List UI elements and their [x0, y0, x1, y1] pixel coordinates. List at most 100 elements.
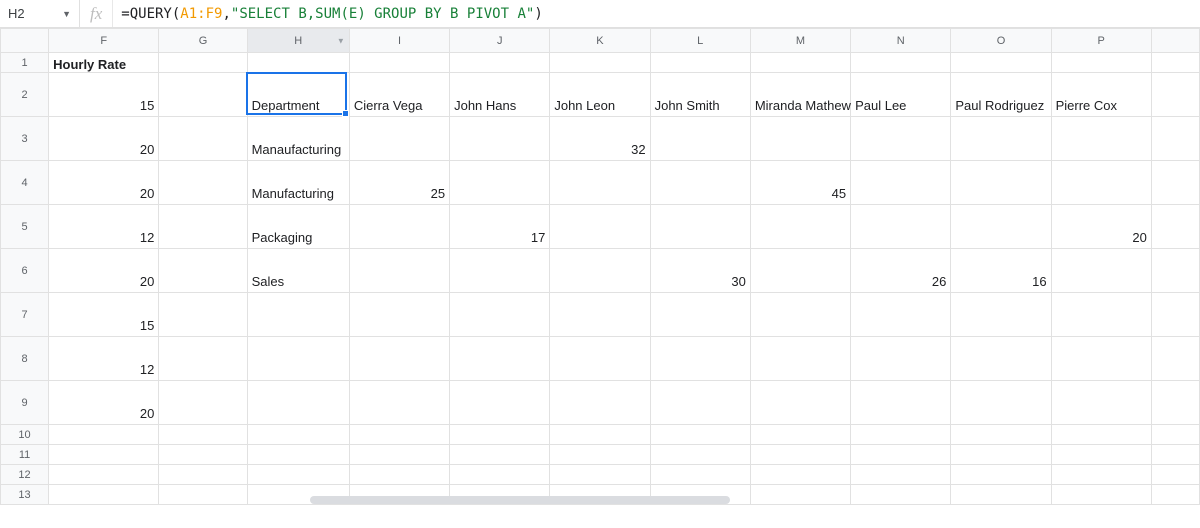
cell-blank4[interactable]: [1151, 161, 1199, 205]
cell-F2[interactable]: 15: [49, 73, 159, 117]
cell-P6[interactable]: [1051, 249, 1151, 293]
cell-I4[interactable]: 25: [349, 161, 449, 205]
cell-I6[interactable]: [349, 249, 449, 293]
cell-H11[interactable]: [247, 445, 349, 465]
cell-blank3[interactable]: [1151, 117, 1199, 161]
cell-N1[interactable]: [851, 53, 951, 73]
cell-J9[interactable]: [450, 381, 550, 425]
cell-J6[interactable]: [450, 249, 550, 293]
cell-K1[interactable]: [550, 53, 650, 73]
cell-P8[interactable]: [1051, 337, 1151, 381]
cell-O11[interactable]: [951, 445, 1051, 465]
cell-I1[interactable]: [349, 53, 449, 73]
cell-N8[interactable]: [851, 337, 951, 381]
column-header-F[interactable]: F: [49, 29, 159, 53]
cell-J5[interactable]: 17: [450, 205, 550, 249]
cell-M3[interactable]: [750, 117, 850, 161]
cell-blank11[interactable]: [1151, 445, 1199, 465]
cell-P1[interactable]: [1051, 53, 1151, 73]
column-header-K[interactable]: K: [550, 29, 650, 53]
row-header-4[interactable]: 4: [1, 161, 49, 205]
name-box[interactable]: H2 ▼: [0, 0, 80, 27]
cell-K7[interactable]: [550, 293, 650, 337]
row-header-2[interactable]: 2: [1, 73, 49, 117]
cell-O2[interactable]: Paul Rodriguez: [951, 73, 1051, 117]
column-header-blank[interactable]: [1151, 29, 1199, 53]
cell-O1[interactable]: [951, 53, 1051, 73]
cell-L11[interactable]: [650, 445, 750, 465]
cell-H3[interactable]: Manaufacturing: [247, 117, 349, 161]
cell-L7[interactable]: [650, 293, 750, 337]
cell-K4[interactable]: [550, 161, 650, 205]
cell-G12[interactable]: [159, 465, 247, 485]
row-header-6[interactable]: 6: [1, 249, 49, 293]
cell-K10[interactable]: [550, 425, 650, 445]
cell-O13[interactable]: [951, 485, 1051, 505]
cell-M8[interactable]: [750, 337, 850, 381]
row-header-5[interactable]: 5: [1, 205, 49, 249]
cell-H5[interactable]: Packaging: [247, 205, 349, 249]
cell-L8[interactable]: [650, 337, 750, 381]
cell-L1[interactable]: [650, 53, 750, 73]
cell-I5[interactable]: [349, 205, 449, 249]
cell-G4[interactable]: [159, 161, 247, 205]
cell-L5[interactable]: [650, 205, 750, 249]
cell-M1[interactable]: [750, 53, 850, 73]
column-menu-icon[interactable]: ▼: [337, 36, 345, 45]
cell-F6[interactable]: 20: [49, 249, 159, 293]
cell-N2[interactable]: Paul Lee: [851, 73, 951, 117]
cell-H1[interactable]: [247, 53, 349, 73]
cell-I12[interactable]: [349, 465, 449, 485]
cell-J3[interactable]: [450, 117, 550, 161]
column-header-M[interactable]: M: [750, 29, 850, 53]
cell-P5[interactable]: 20: [1051, 205, 1151, 249]
row-header-8[interactable]: 8: [1, 337, 49, 381]
cell-H6[interactable]: Sales: [247, 249, 349, 293]
cell-F8[interactable]: 12: [49, 337, 159, 381]
row-header-11[interactable]: 11: [1, 445, 49, 465]
cell-O3[interactable]: [951, 117, 1051, 161]
cell-N11[interactable]: [851, 445, 951, 465]
cell-J2[interactable]: John Hans: [450, 73, 550, 117]
cell-J7[interactable]: [450, 293, 550, 337]
cell-H7[interactable]: [247, 293, 349, 337]
cell-H9[interactable]: [247, 381, 349, 425]
cell-J1[interactable]: [450, 53, 550, 73]
cell-N13[interactable]: [851, 485, 951, 505]
cell-F1[interactable]: Hourly Rate: [49, 53, 159, 73]
cell-M13[interactable]: [750, 485, 850, 505]
cell-F11[interactable]: [49, 445, 159, 465]
cell-F7[interactable]: 15: [49, 293, 159, 337]
cell-P7[interactable]: [1051, 293, 1151, 337]
cell-M2[interactable]: Miranda Mathew: [750, 73, 850, 117]
cell-O8[interactable]: [951, 337, 1051, 381]
cell-L9[interactable]: [650, 381, 750, 425]
cell-blank6[interactable]: [1151, 249, 1199, 293]
column-header-L[interactable]: L: [650, 29, 750, 53]
cell-I7[interactable]: [349, 293, 449, 337]
column-header-O[interactable]: O: [951, 29, 1051, 53]
cell-blank7[interactable]: [1151, 293, 1199, 337]
cell-G3[interactable]: [159, 117, 247, 161]
cell-H12[interactable]: [247, 465, 349, 485]
cell-H2[interactable]: Department: [247, 73, 349, 117]
cell-I11[interactable]: [349, 445, 449, 465]
cell-L12[interactable]: [650, 465, 750, 485]
cell-L3[interactable]: [650, 117, 750, 161]
cell-K6[interactable]: [550, 249, 650, 293]
row-header-9[interactable]: 9: [1, 381, 49, 425]
cell-N5[interactable]: [851, 205, 951, 249]
cell-O7[interactable]: [951, 293, 1051, 337]
cell-G5[interactable]: [159, 205, 247, 249]
cell-K9[interactable]: [550, 381, 650, 425]
cell-N10[interactable]: [851, 425, 951, 445]
cell-H10[interactable]: [247, 425, 349, 445]
column-header-P[interactable]: P: [1051, 29, 1151, 53]
cell-J10[interactable]: [450, 425, 550, 445]
cell-K3[interactable]: 32: [550, 117, 650, 161]
cell-G1[interactable]: [159, 53, 247, 73]
row-header-10[interactable]: 10: [1, 425, 49, 445]
cell-N12[interactable]: [851, 465, 951, 485]
cell-M4[interactable]: 45: [750, 161, 850, 205]
cell-O6[interactable]: 16: [951, 249, 1051, 293]
